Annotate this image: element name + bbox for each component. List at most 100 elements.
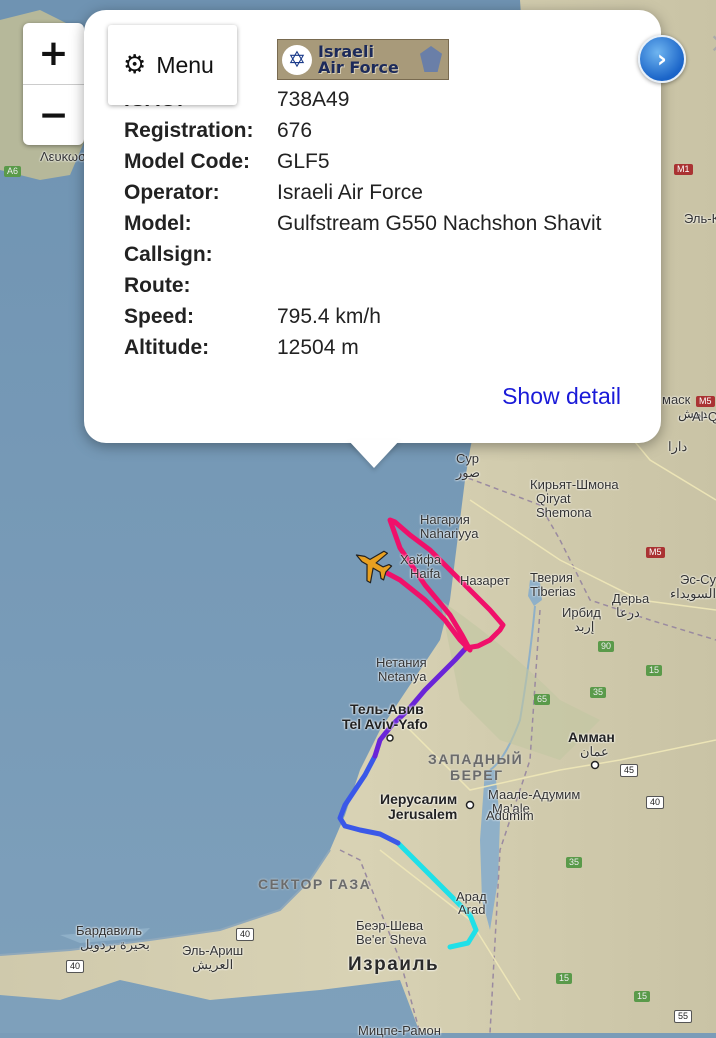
road-shield-40c: 40 (66, 960, 85, 973)
zoom-control: + − (23, 23, 84, 145)
road-shield-15b: 15 (556, 973, 573, 984)
map-label-tiberias: Тверия (530, 570, 573, 585)
map-label-netanya: Нетания (376, 655, 427, 670)
map-label-es-su-ar: السويداء (670, 586, 716, 601)
map-label-west-bank: ЗАПАДНЫЙ (428, 751, 524, 767)
info-label: Model: (124, 212, 192, 235)
chevron-right-icon: › (657, 45, 667, 73)
map-label-tiberias-en: Tiberias (530, 584, 576, 599)
map-label-west-bank2: БЕРЕГ (450, 767, 504, 783)
operator-logo-text: Israeli Air Force (318, 43, 399, 77)
map-label-beersheva: Беэр-Шева (356, 918, 424, 933)
map-label-arish-ar: العريش (192, 957, 234, 972)
gear-icon: ⚙ (123, 50, 147, 80)
road-shield-15c: 15 (634, 991, 651, 1002)
map-label-tel-aviv-en: Tel Aviv-Yafo (342, 716, 428, 732)
map-label-amman-ar: عمان (580, 744, 609, 759)
map-label-beersheva-en: Be'er Sheva (356, 932, 427, 947)
map-label-es-su: Эс-Су (680, 572, 716, 587)
map-label-jerusalem-en: Jerusalem (388, 806, 458, 822)
road-shield-65: 65 (534, 694, 551, 705)
info-label: Route: (124, 274, 191, 297)
map-label-tyre: Сур (456, 451, 479, 466)
map-label-kiryat: Кирьят-Шмона (530, 477, 619, 492)
map-label-irbid-ar: إربد (574, 619, 595, 634)
map-label-alqu: Al-Qu (692, 409, 716, 424)
map-label-elk: Эль-К (684, 211, 716, 226)
map-label-maale: Маале-Адумим (488, 787, 581, 802)
info-value: 738A49 (277, 88, 350, 111)
next-aircraft-button[interactable]: › (638, 35, 686, 83)
map-label-damascus: маск (662, 392, 691, 407)
info-row-altitude: Altitude: 12504 m (124, 336, 644, 367)
close-icon[interactable]: × (709, 28, 716, 58)
road-shield-40b: 40 (236, 928, 255, 941)
map-label-israel: Израиль (348, 954, 440, 975)
map-label-deraa-ar: درعا (616, 605, 640, 620)
wings-emblem-icon (420, 46, 442, 72)
road-shield-45: 45 (620, 764, 639, 777)
info-label: Operator: (124, 181, 220, 204)
map-label-deraa: Дерьа (612, 591, 650, 606)
road-shield-35a: 35 (590, 687, 607, 698)
zoom-in-button[interactable]: + (23, 23, 84, 84)
map-label-bardawil: Бардавиль (76, 923, 143, 938)
map-label-nahariya: Нагария (420, 512, 470, 527)
info-row-model-code: Model Code: GLF5 (124, 150, 644, 181)
map-label-maale-en2: Adumim (486, 808, 534, 823)
map-label-amman: Амман (568, 729, 615, 745)
road-shield-55: 55 (674, 1010, 693, 1023)
info-value: 12504 m (277, 336, 359, 359)
map-label-tel-aviv: Тель-Авив (350, 701, 424, 717)
map-label-haifa: Хайфа (400, 552, 442, 567)
road-shield-40a: 40 (646, 796, 665, 809)
popup-tip (348, 440, 400, 468)
map-label-bardawil-ar: بحيرة بردويل (80, 937, 150, 952)
star-of-david-icon: ✡ (282, 44, 312, 75)
info-row-route: Route: (124, 274, 644, 305)
road-shield-90: 90 (598, 641, 615, 652)
aircraft-glyph (355, 550, 393, 584)
map-label-arish: Эль-Ариш (182, 943, 244, 958)
road-shield-35b: 35 (566, 857, 583, 868)
map-label-kiryat-en2: Shemona (536, 505, 592, 520)
map-label-haifa-en: Haifa (410, 566, 441, 581)
info-value: GLF5 (277, 150, 330, 173)
info-row-callsign: Callsign: (124, 243, 644, 274)
info-row-speed: Speed: 795.4 km/h (124, 305, 644, 336)
map-label-nahariya-en: Nahariyya (420, 526, 479, 541)
info-value: 676 (277, 119, 313, 142)
map-label-netanya-en: Netanya (378, 669, 427, 684)
operator-logo-line2: Air Force (318, 57, 399, 77)
info-label: Speed: (124, 305, 195, 328)
map-label-arad-en: Arad (458, 902, 486, 917)
map-label-tyre-ar: صور (456, 465, 481, 480)
map-label-nazareth: Назарет (460, 573, 510, 588)
map-label-jerusalem: Иерусалим (380, 791, 458, 807)
menu-label: Menu (156, 51, 214, 78)
operator-logo: ✡ Israeli Air Force (277, 39, 449, 80)
menu-button[interactable]: ⚙ Menu (108, 25, 237, 105)
road-shield-m5b: M5 (646, 547, 665, 558)
map-label-kiryat-en1: Qiryat (536, 491, 571, 506)
road-shield-a6: A6 (4, 166, 22, 177)
info-row-model: Model: Gulfstream G550 Nachshon Shavit (124, 212, 644, 243)
map-label-lefkosa: Λευκωσ (40, 149, 87, 164)
info-row-operator: Operator: Israeli Air Force (124, 181, 644, 212)
map-label-irbid: Ирбид (562, 605, 601, 620)
zoom-out-button[interactable]: − (23, 84, 84, 145)
road-shield-15a: 15 (646, 665, 663, 676)
info-value: Israeli Air Force (277, 181, 423, 204)
map-label-gaza: СЕКТОР ГАЗА (258, 876, 372, 892)
road-shield-m1: M1 (674, 164, 693, 175)
show-detail-link[interactable]: Show detail (502, 383, 621, 410)
info-value: Gulfstream G550 Nachshon Shavit (277, 212, 602, 235)
map-label-dara: دارا (668, 439, 688, 454)
info-label: Altitude: (124, 336, 210, 359)
road-shield-m5a: M5 (696, 396, 715, 407)
map-label-mitspe: Мицпе-Рамон (358, 1023, 441, 1038)
info-label: Model Code: (124, 150, 250, 173)
aircraft-icon[interactable] (350, 542, 394, 586)
info-row-registration: Registration: 676 (124, 119, 644, 150)
info-label: Registration: (124, 119, 254, 142)
